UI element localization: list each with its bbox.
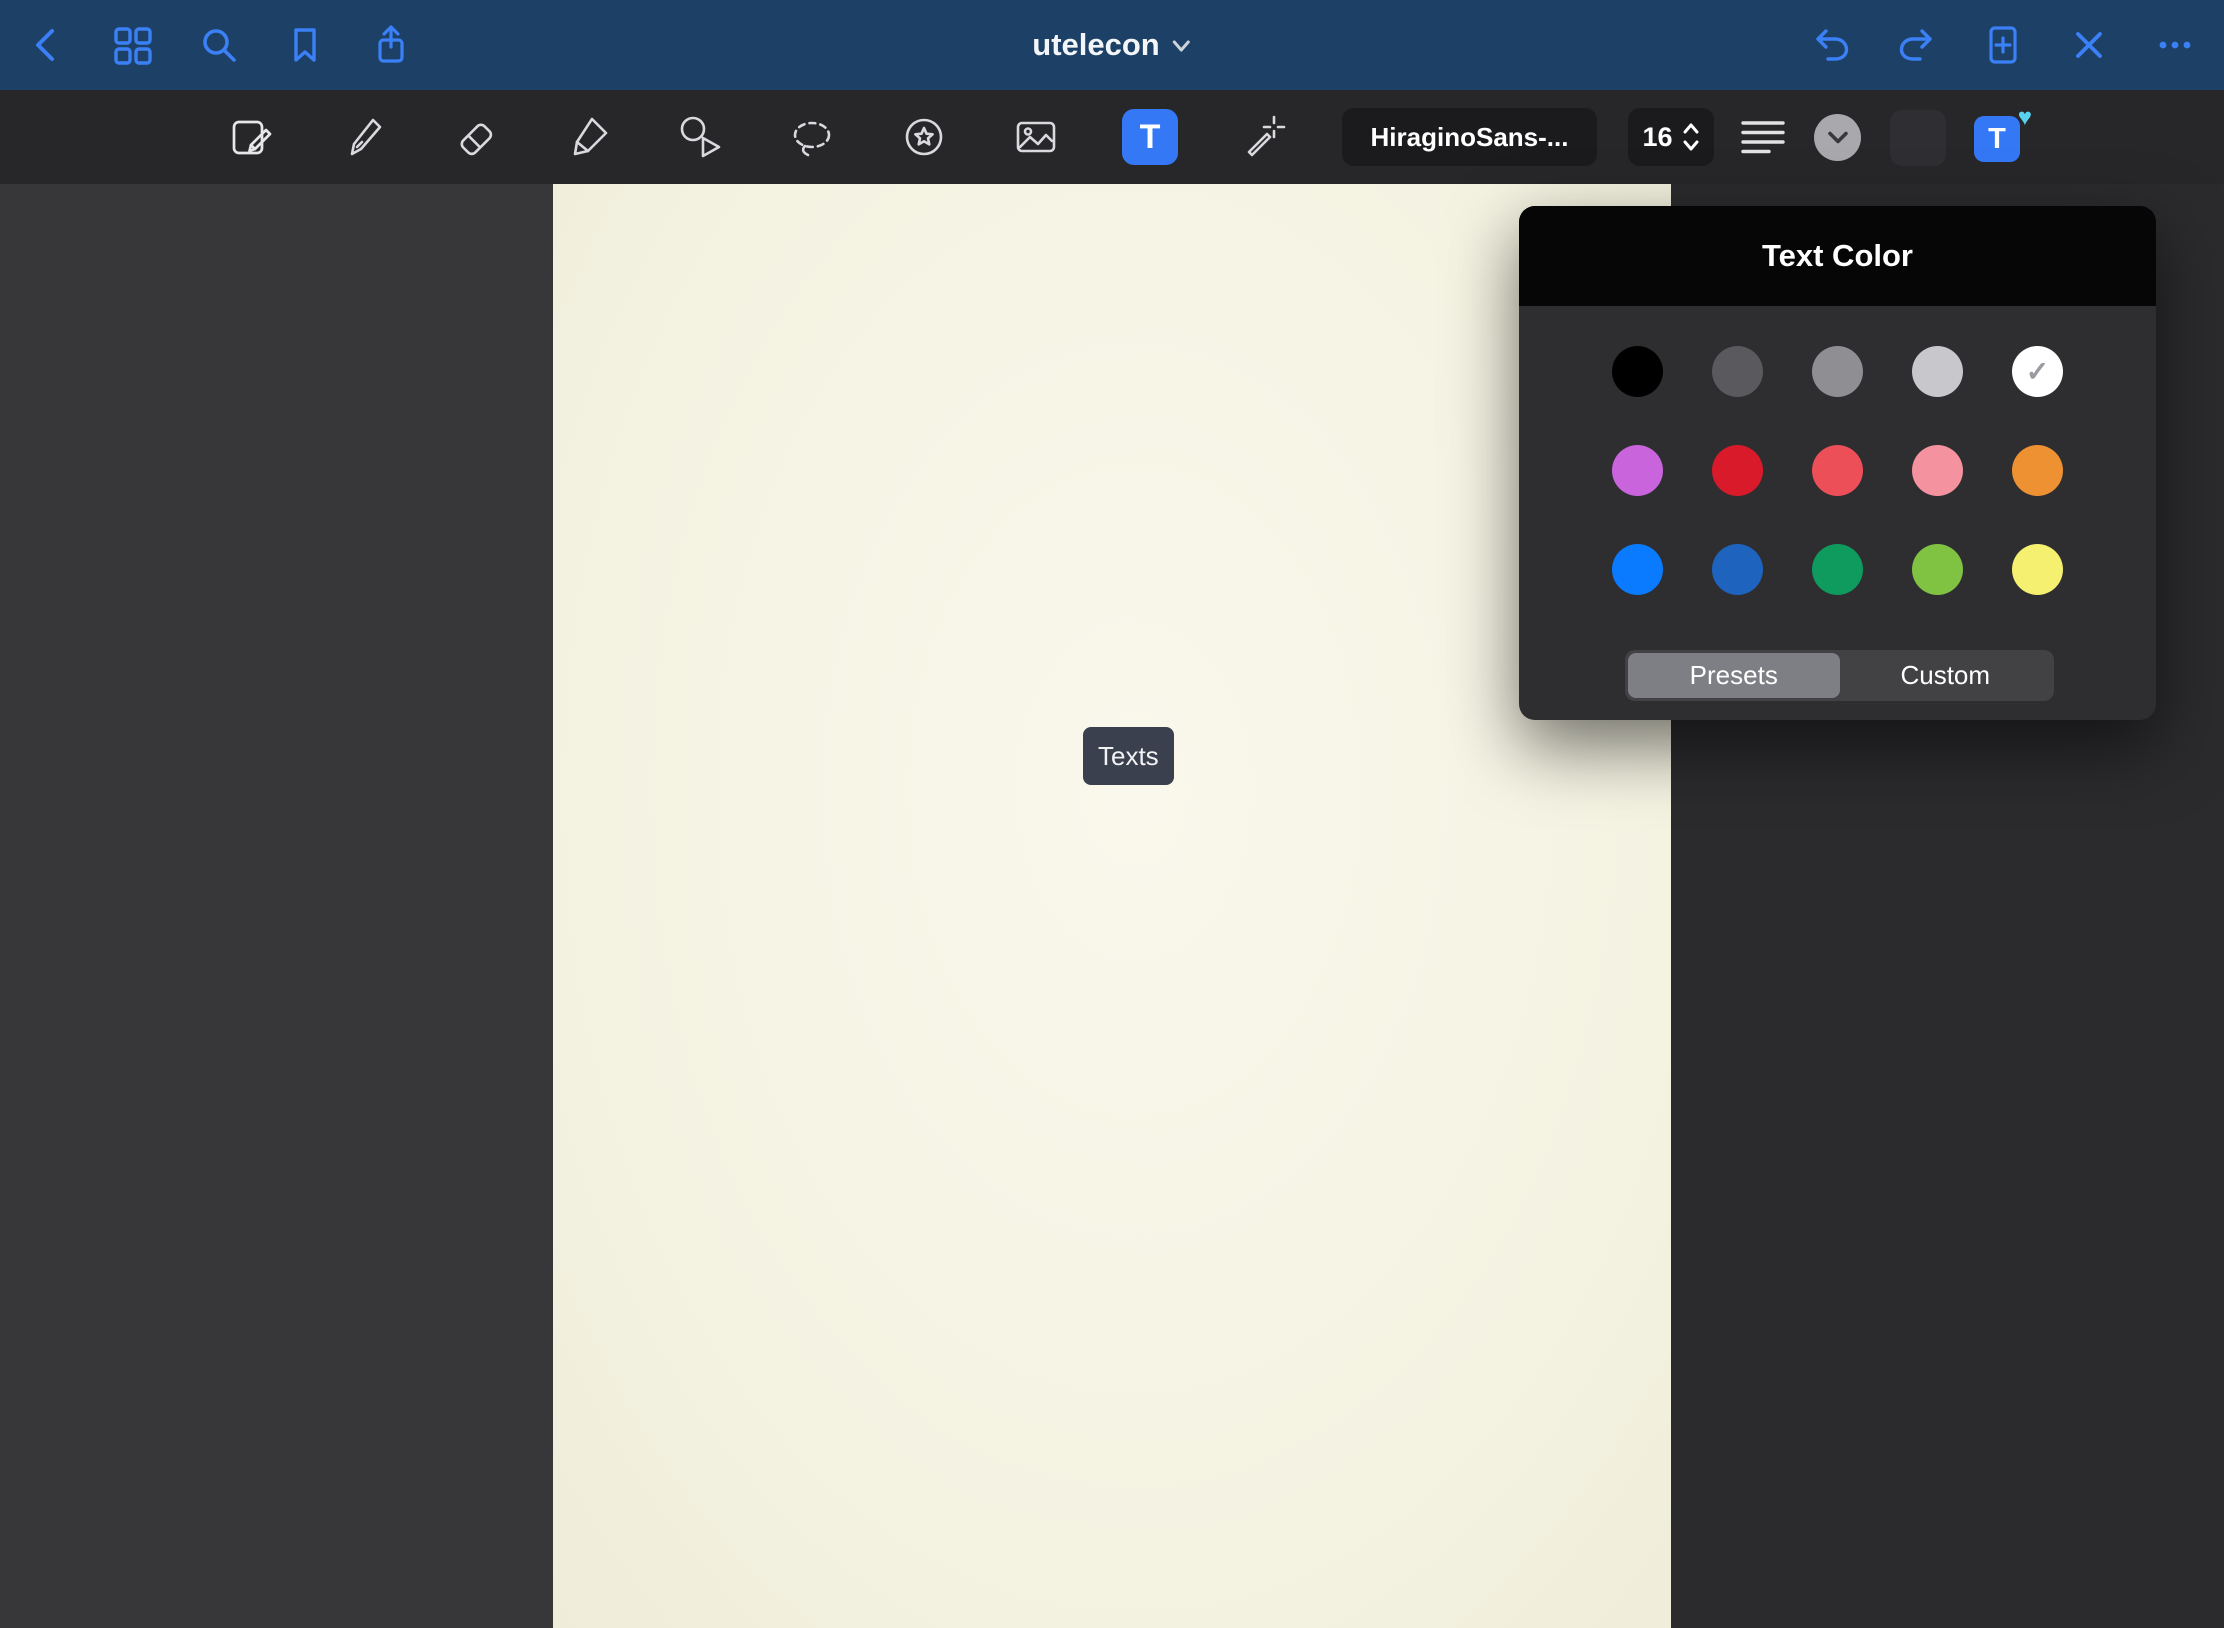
color-swatch-purple[interactable] — [1612, 445, 1663, 496]
checkmark-icon: ✓ — [2012, 346, 2063, 397]
color-swatch-white[interactable]: ✓ — [2012, 346, 2063, 397]
bookmark-button[interactable] — [280, 20, 330, 70]
undo-icon — [1809, 23, 1853, 67]
color-swatch-black[interactable] — [1612, 346, 1663, 397]
topbar-right-group — [1806, 20, 2224, 70]
shapes-icon — [673, 110, 727, 164]
redo-button[interactable] — [1892, 20, 1942, 70]
color-swatch-pink[interactable] — [1912, 445, 1963, 496]
highlighter-tool-button[interactable] — [562, 111, 614, 163]
text-color-button[interactable] — [1814, 114, 1861, 161]
color-swatch-orange[interactable] — [2012, 445, 2063, 496]
eraser-tool-button[interactable] — [450, 111, 502, 163]
elements-star-icon — [897, 110, 951, 164]
shapes-tool-button[interactable] — [674, 111, 726, 163]
font-size-stepper[interactable]: 16 — [1628, 108, 1714, 166]
edit-mode-button[interactable] — [226, 111, 278, 163]
elements-tool-button[interactable] — [898, 111, 950, 163]
presets-custom-segmented-control: Presets Custom — [1625, 650, 2054, 701]
color-swatch-blue[interactable] — [1612, 544, 1663, 595]
font-family-label: HiraginoSans-... — [1371, 122, 1569, 153]
popup-header: Text Color — [1519, 206, 2156, 306]
pen-tool-button[interactable] — [338, 111, 390, 163]
font-size-value: 16 — [1642, 122, 1672, 153]
laser-pointer-icon — [1237, 110, 1291, 164]
tab-custom[interactable]: Custom — [1840, 653, 2052, 698]
color-swatch-dark-blue[interactable] — [1712, 544, 1763, 595]
tab-presets[interactable]: Presets — [1628, 653, 1840, 698]
color-swatch-green[interactable] — [1812, 544, 1863, 595]
document-title-menu[interactable]: utelecon — [1032, 0, 1191, 90]
color-swatch-yellow[interactable] — [2012, 544, 2063, 595]
add-page-icon — [1981, 23, 2025, 67]
text-style-icon: T — [1974, 116, 2020, 162]
close-icon — [2067, 23, 2111, 67]
undo-button[interactable] — [1806, 20, 1856, 70]
back-button[interactable] — [22, 20, 72, 70]
close-button[interactable] — [2064, 20, 2114, 70]
text-alignment-icon — [1741, 118, 1785, 156]
pen-icon — [337, 110, 391, 164]
app-window: utelecon — [0, 0, 2224, 1628]
search-icon — [197, 23, 241, 67]
eraser-icon — [449, 110, 503, 164]
color-swatch-dark-gray[interactable] — [1712, 346, 1763, 397]
color-swatch-coral-red[interactable] — [1812, 445, 1863, 496]
laser-pointer-tool-button[interactable] — [1238, 111, 1290, 163]
lasso-icon — [785, 110, 839, 164]
image-tool-button[interactable] — [1010, 111, 1062, 163]
canvas-text-object[interactable]: Texts — [1083, 727, 1174, 785]
more-button[interactable] — [2150, 20, 2200, 70]
font-family-button[interactable]: HiraginoSans-... — [1342, 108, 1597, 166]
highlighter-icon — [561, 110, 615, 164]
page-canvas[interactable] — [553, 184, 1671, 1628]
color-swatch-light-gray[interactable] — [1912, 346, 1963, 397]
popup-title: Text Color — [1762, 238, 1913, 274]
edit-mode-icon — [225, 110, 279, 164]
color-swatch-light-green[interactable] — [1912, 544, 1963, 595]
share-icon — [369, 23, 413, 67]
text-tool-icon: T — [1140, 118, 1161, 157]
favorite-text-style-button[interactable]: T ♥ — [1972, 110, 2028, 166]
search-button[interactable] — [194, 20, 244, 70]
image-icon — [1009, 110, 1063, 164]
topbar-left-group — [0, 20, 416, 70]
heart-icon: ♥ — [2018, 104, 2032, 132]
stepper-chevrons-icon — [1682, 121, 1700, 153]
back-icon — [25, 23, 69, 67]
tool-bar: T HiraginoSans-... 16 — [0, 90, 2224, 184]
page-thumbnails-button[interactable] — [108, 20, 158, 70]
tool-group: T — [226, 90, 1290, 184]
add-page-button[interactable] — [1978, 20, 2028, 70]
lasso-tool-button[interactable] — [786, 111, 838, 163]
text-tool-button[interactable]: T — [1122, 109, 1178, 165]
color-chevron-down-icon — [1827, 130, 1849, 145]
text-color-popup: Text Color ✓ Presets Custom — [1519, 206, 2156, 720]
bookmark-icon — [283, 23, 327, 67]
color-swatch-gray[interactable] — [1812, 346, 1863, 397]
grid-view-icon — [111, 23, 155, 67]
share-button[interactable] — [366, 20, 416, 70]
secondary-color-button[interactable] — [1890, 110, 1946, 166]
redo-icon — [1895, 23, 1939, 67]
top-navigation-bar: utelecon — [0, 0, 2224, 90]
color-swatch-red[interactable] — [1712, 445, 1763, 496]
text-alignment-button[interactable] — [1739, 113, 1787, 161]
more-icon — [2153, 23, 2197, 67]
chevron-down-icon — [1172, 38, 1192, 53]
swatch-grid: ✓ — [1519, 306, 2156, 595]
page-title: utelecon — [1032, 27, 1159, 63]
